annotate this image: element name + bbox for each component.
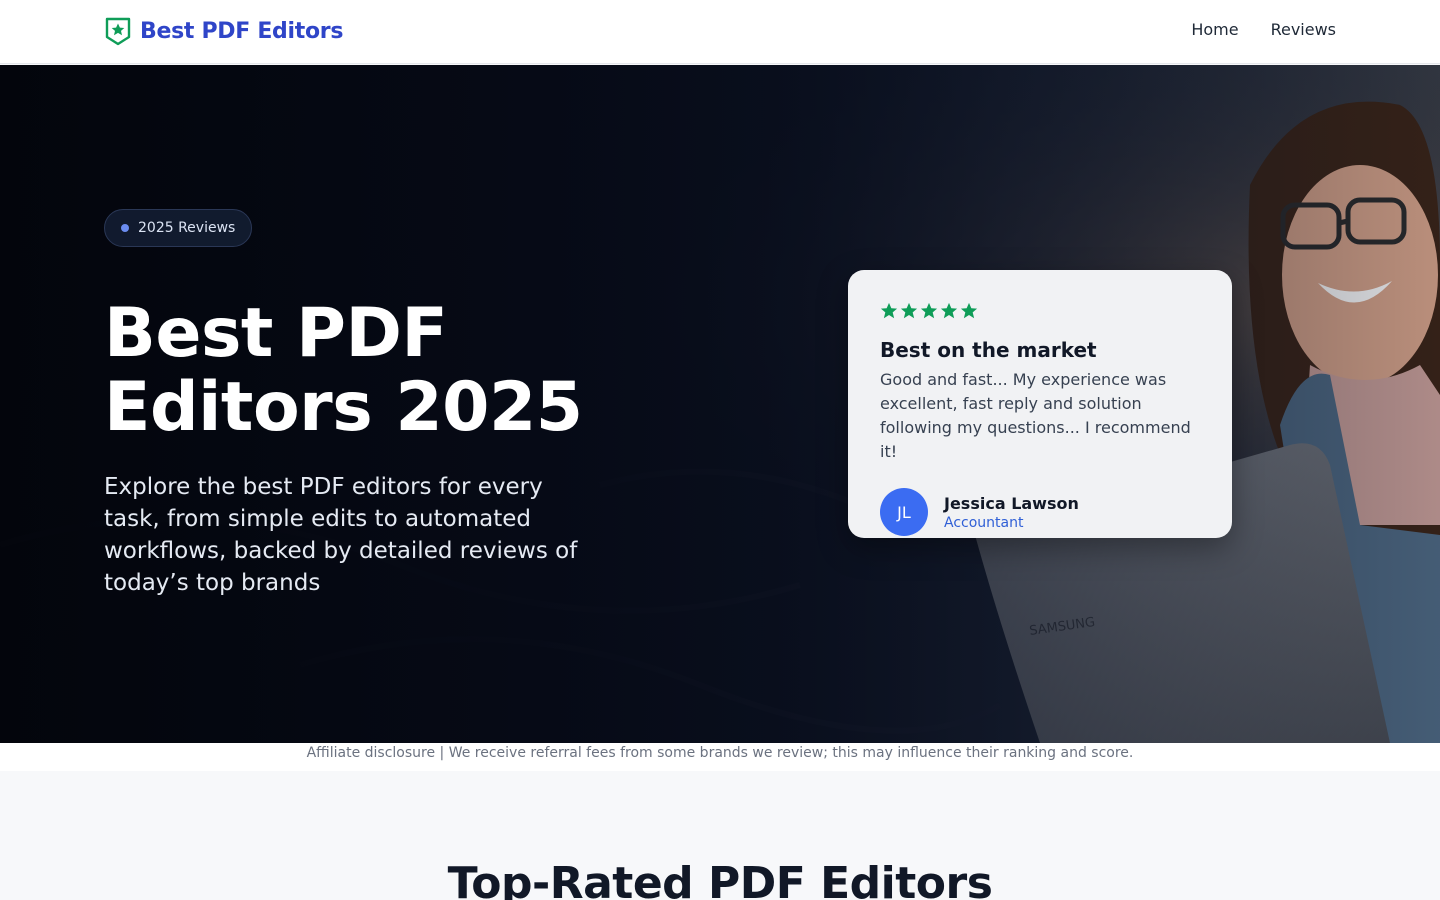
testimonial-card: Best on the market Good and fast... My e… bbox=[848, 270, 1232, 538]
hero-title: Best PDF Editors 2025 bbox=[104, 297, 724, 445]
rating-stars bbox=[880, 302, 1200, 322]
hero-section: SAMSUNG 2025 Reviews Best PDF Editors 20… bbox=[0, 65, 1440, 743]
affiliate-disclosure: Affiliate disclosure | We receive referr… bbox=[0, 743, 1440, 771]
hero-subtitle: Explore the best PDF editors for every t… bbox=[104, 474, 578, 596]
star-icon bbox=[900, 302, 918, 319]
section-title: Top-Rated PDF Editors bbox=[447, 858, 993, 900]
star-icon bbox=[940, 302, 958, 319]
logo-text: Best PDF Editors bbox=[140, 18, 344, 44]
avatar: JL bbox=[880, 488, 928, 536]
star-icon bbox=[920, 302, 938, 319]
review-text: Good and fast... My experience was excel… bbox=[880, 370, 1191, 461]
shield-star-icon bbox=[105, 17, 131, 46]
reviewer-role: Accountant bbox=[944, 514, 1024, 531]
reviewer-info: Jessica Lawson Accountant bbox=[944, 494, 1079, 531]
badge-label: 2025 Reviews bbox=[138, 220, 236, 236]
site-header: Best PDF Editors Home Reviews bbox=[0, 0, 1440, 64]
site-logo[interactable]: Best PDF Editors bbox=[104, 16, 343, 46]
reviewer-name: Jessica Lawson bbox=[944, 493, 1079, 513]
hero-title-line1: Best PDF bbox=[104, 294, 448, 373]
star-icon bbox=[960, 302, 978, 319]
reviewer: JL Jessica Lawson Accountant bbox=[880, 488, 1200, 536]
year-badge: 2025 Reviews bbox=[104, 209, 253, 247]
review-title: Best on the market bbox=[880, 338, 1097, 362]
star-icon bbox=[880, 302, 898, 319]
main-nav: Home Reviews bbox=[1191, 20, 1336, 39]
dot-icon bbox=[121, 224, 129, 232]
hero-title-line2: Editors 2025 bbox=[104, 368, 583, 447]
nav-home-link[interactable]: Home bbox=[1191, 20, 1238, 39]
nav-reviews-link[interactable]: Reviews bbox=[1271, 20, 1336, 39]
